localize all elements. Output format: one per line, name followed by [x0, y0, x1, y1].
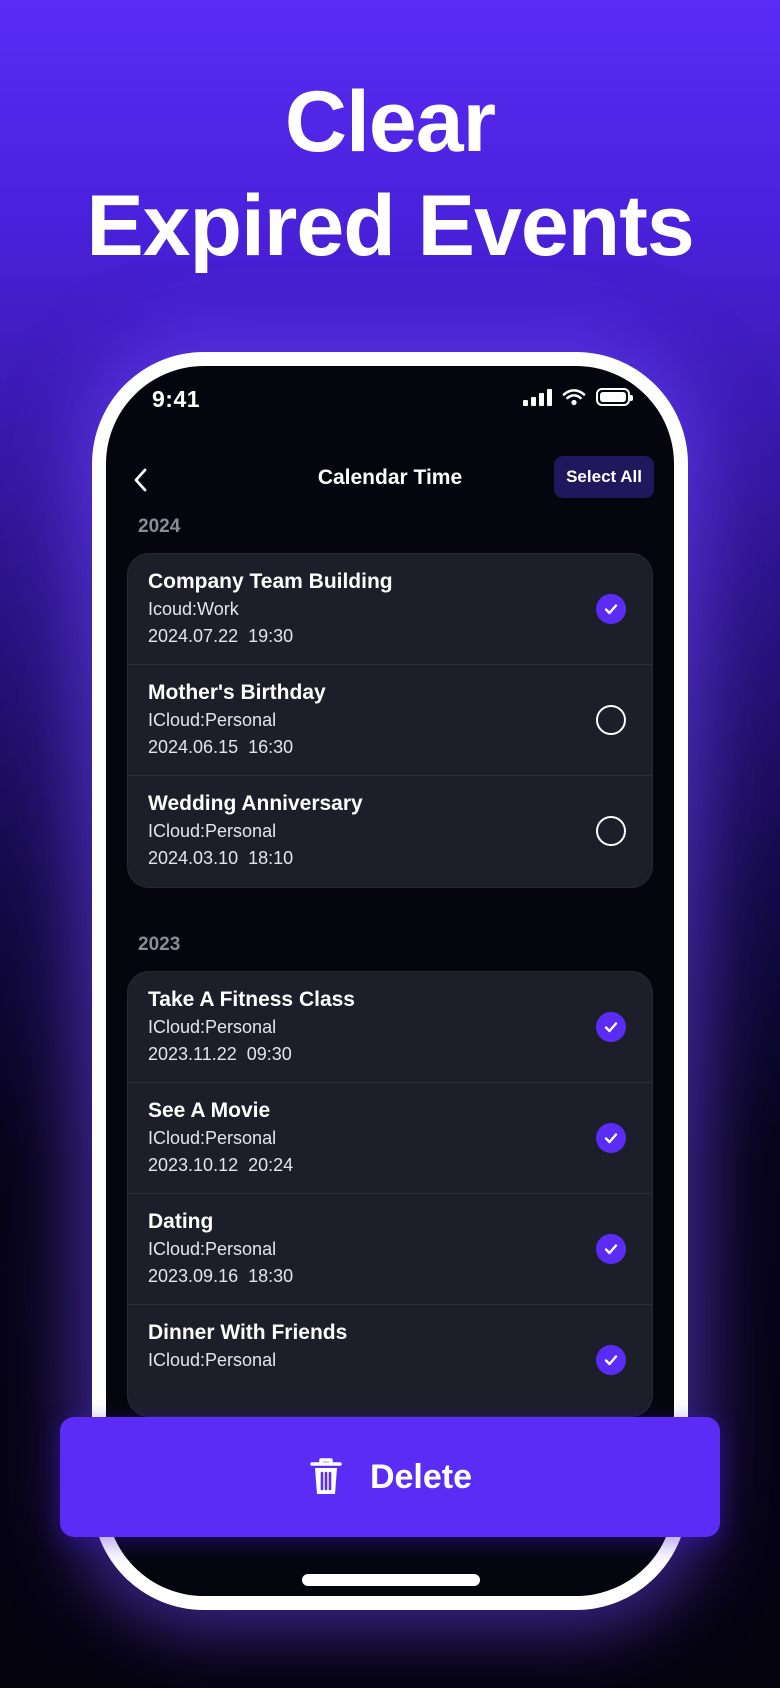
check-icon: [604, 604, 618, 615]
check-icon: [604, 1244, 618, 1255]
cellular-signal-icon: [523, 388, 552, 406]
event-datetime: 2024.06.15 16:30: [148, 737, 294, 757]
event-calendar: ICloud:Personal: [148, 1239, 277, 1259]
event-group-2023: Take A Fitness Class ICloud:Personal 202…: [127, 971, 653, 1417]
event-row[interactable]: Mother's Birthday ICloud:Personal 2024.0…: [128, 665, 652, 776]
event-calendar: ICloud:Personal: [148, 1350, 277, 1370]
status-icons: [523, 388, 633, 406]
event-row[interactable]: Wedding Anniversary ICloud:Personal 2024…: [128, 776, 652, 887]
headline: Clear Expired Events: [0, 70, 780, 278]
year-label-2024: 2024: [138, 516, 181, 537]
headline-line-2: Expired Events: [86, 178, 694, 274]
event-calendar: ICloud:Personal: [148, 1128, 277, 1148]
event-row[interactable]: See A Movie ICloud:Personal 2023.10.12 2…: [128, 1083, 652, 1194]
phone-screen: 9:41 Calendar Time Select All 2024 Compa…: [106, 366, 674, 1596]
checkbox-checked[interactable]: [596, 1012, 626, 1042]
trash-icon: [310, 1458, 342, 1494]
event-title: See A Movie: [148, 1099, 271, 1122]
event-title: Take A Fitness Class: [148, 988, 355, 1011]
event-datetime: 2023.11.22 09:30: [148, 1044, 292, 1064]
event-calendar: ICloud:Personal: [148, 821, 277, 841]
event-group-2024: Company Team Building Icoud:Work 2024.07…: [127, 553, 653, 888]
check-icon: [604, 1133, 618, 1144]
checkbox-unchecked[interactable]: [596, 816, 626, 846]
event-row[interactable]: Dinner With Friends ICloud:Personal: [128, 1305, 652, 1416]
event-calendar: Icoud:Work: [148, 599, 239, 619]
checkbox-checked[interactable]: [596, 1345, 626, 1375]
checkbox-unchecked[interactable]: [596, 705, 626, 735]
event-row[interactable]: Dating ICloud:Personal 2023.09.16 18:30: [128, 1194, 652, 1305]
select-all-button[interactable]: Select All: [554, 456, 654, 498]
event-title: Wedding Anniversary: [148, 792, 363, 815]
status-time: 9:41: [152, 386, 201, 412]
event-title: Mother's Birthday: [148, 681, 326, 704]
delete-button[interactable]: Delete: [60, 1417, 720, 1537]
event-title: Dating: [148, 1210, 214, 1233]
home-indicator: [302, 1574, 480, 1586]
check-icon: [604, 1022, 618, 1033]
event-calendar: ICloud:Personal: [148, 710, 277, 730]
event-calendar: ICloud:Personal: [148, 1017, 277, 1037]
wifi-icon: [562, 389, 586, 406]
year-label-2023: 2023: [138, 934, 181, 955]
event-title: Company Team Building: [148, 570, 393, 593]
checkbox-checked[interactable]: [596, 594, 626, 624]
event-row[interactable]: Company Team Building Icoud:Work 2024.07…: [128, 554, 652, 665]
nav-bar: Calendar Time Select All: [106, 450, 674, 510]
delete-label: Delete: [369, 1457, 473, 1496]
event-title: Dinner With Friends: [148, 1321, 348, 1344]
event-row[interactable]: Take A Fitness Class ICloud:Personal 202…: [128, 972, 652, 1083]
checkbox-checked[interactable]: [596, 1234, 626, 1264]
battery-icon: [596, 388, 633, 406]
event-datetime: 2024.07.22 19:30: [148, 626, 294, 646]
checkbox-checked[interactable]: [596, 1123, 626, 1153]
event-datetime: 2023.10.12 20:24: [148, 1155, 294, 1175]
check-icon: [604, 1355, 618, 1366]
headline-line-1: Clear: [284, 74, 496, 170]
event-datetime: 2024.03.10 18:10: [148, 848, 294, 868]
event-datetime: 2023.09.16 18:30: [148, 1266, 294, 1286]
